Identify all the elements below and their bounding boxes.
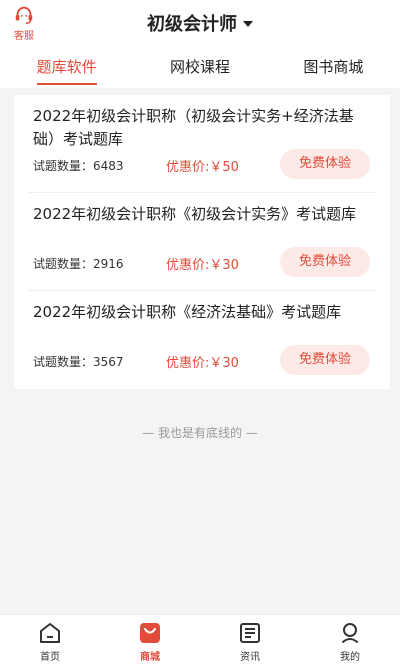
exam-selector[interactable]: 初级会计师 — [0, 10, 400, 36]
nav-item-shop[interactable]: 商城 — [100, 615, 200, 666]
page-title: 初级会计师 — [147, 14, 237, 35]
item-title: 2022年初级会计职称（初级会计实务+经济法基础）考试题库 — [33, 107, 354, 148]
category-tabs: 题库软件 网校课程 图书商城 — [0, 52, 400, 88]
item-question-count: 试题数量：3567 — [33, 355, 124, 369]
tab-question-bank[interactable]: 题库软件 — [0, 52, 133, 88]
caret-down-icon — [243, 21, 253, 27]
item-title: 2022年初级会计职称《经济法基础》考试题库 — [33, 303, 342, 321]
product-list: 2022年初级会计职称（初级会计实务+经济法基础）考试题库 试题数量：6483 … — [14, 95, 390, 389]
end-of-list-note: — 我也是有底线的 — — [142, 426, 258, 440]
free-trial-button[interactable]: 免费体验 — [280, 247, 370, 277]
item-question-count: 试题数量：6483 — [33, 159, 124, 173]
shop-bag-icon — [140, 623, 160, 643]
nav-item-news[interactable]: 资讯 — [200, 615, 300, 666]
free-trial-button[interactable]: 免费体验 — [280, 345, 370, 375]
home-icon — [40, 623, 60, 643]
news-icon — [240, 623, 260, 643]
nav-label: 资讯 — [240, 652, 260, 663]
nav-label: 首页 — [40, 652, 60, 663]
item-question-count: 试题数量：2916 — [33, 257, 124, 271]
item-price: 优惠价:￥30 — [166, 356, 239, 371]
nav-label: 商城 — [140, 652, 160, 663]
tab-book-store[interactable]: 图书商城 — [267, 52, 400, 88]
top-bar: 客服 初级会计师 题库软件 网校课程 图书商城 — [0, 0, 400, 88]
nav-item-home[interactable]: 首页 — [0, 615, 100, 666]
tab-online-courses[interactable]: 网校课程 — [133, 52, 266, 88]
nav-label: 我的 — [340, 652, 360, 663]
list-item[interactable]: 2022年初级会计职称《初级会计实务》考试题库 试题数量：2916 优惠价:￥3… — [14, 193, 390, 291]
nav-item-profile[interactable]: 我的 — [300, 615, 400, 666]
item-price: 优惠价:￥50 — [166, 160, 239, 175]
item-price: 优惠价:￥30 — [166, 258, 239, 273]
user-icon — [342, 623, 358, 643]
item-title: 2022年初级会计职称《初级会计实务》考试题库 — [33, 205, 357, 223]
list-item[interactable]: 2022年初级会计职称《经济法基础》考试题库 试题数量：3567 优惠价:￥30… — [14, 291, 390, 389]
list-item[interactable]: 2022年初级会计职称（初级会计实务+经济法基础）考试题库 试题数量：6483 … — [14, 95, 390, 193]
bottom-nav: 首页 商城 资讯 我的 — [0, 614, 400, 666]
free-trial-button[interactable]: 免费体验 — [280, 149, 370, 179]
